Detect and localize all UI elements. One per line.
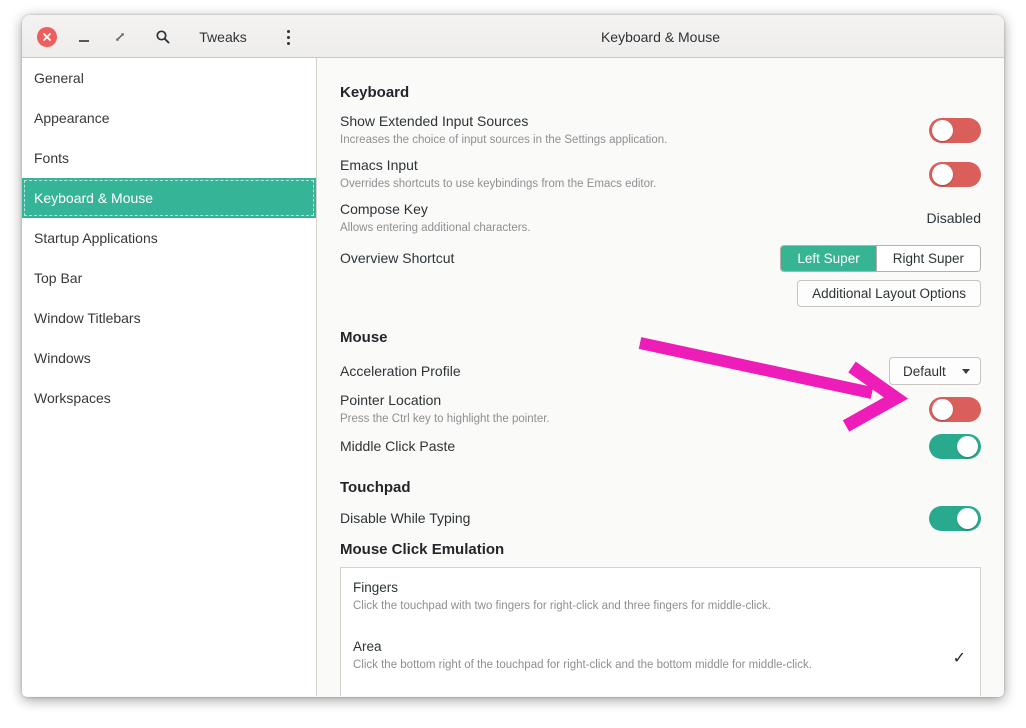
right-super-button[interactable]: Right Super xyxy=(876,246,980,271)
switch-knob xyxy=(957,436,978,457)
switch-knob xyxy=(932,164,953,185)
section-heading-keyboard: Keyboard xyxy=(340,84,981,102)
list-item-title: Fingers xyxy=(353,580,966,596)
list-item-description: Click the touchpad with two fingers for … xyxy=(353,599,966,613)
sidebar-item-keyboard-mouse[interactable]: Keyboard & Mouse xyxy=(22,178,316,218)
setting-description: Press the Ctrl key to highlight the poin… xyxy=(340,412,550,427)
titlebar: Tweaks Keyboard & Mouse xyxy=(22,15,1004,58)
middle-click-paste-switch[interactable] xyxy=(929,434,981,459)
tweaks-window: Tweaks Keyboard & Mouse General Appearan… xyxy=(22,15,1004,697)
setting-label: Middle Click Paste xyxy=(340,438,455,455)
setting-row-overview-shortcut: Overview Shortcut Left Super Right Super xyxy=(340,244,981,273)
chevron-down-icon xyxy=(962,369,970,374)
sidebar-item-startup-applications[interactable]: Startup Applications xyxy=(22,218,316,258)
restore-icon[interactable] xyxy=(110,27,130,47)
section-heading-mouse-click-emulation: Mouse Click Emulation xyxy=(340,541,981,559)
close-icon[interactable] xyxy=(37,27,57,47)
setting-row-emacs-input: Emacs Input Overrides shortcuts to use k… xyxy=(340,152,981,196)
disable-while-typing-switch[interactable] xyxy=(929,506,981,531)
sidebar-item-label: Workspaces xyxy=(34,390,111,406)
setting-description: Allows entering additional characters. xyxy=(340,221,531,236)
extended-input-sources-switch[interactable] xyxy=(929,118,981,143)
switch-knob xyxy=(932,399,953,420)
pointer-location-switch[interactable] xyxy=(929,397,981,422)
sidebar-item-label: Windows xyxy=(34,350,91,366)
list-item-description: Click the bottom right of the touchpad f… xyxy=(353,658,966,672)
sidebar-item-general[interactable]: General xyxy=(22,58,316,98)
acceleration-profile-dropdown[interactable]: Default xyxy=(889,357,981,385)
setting-row-pointer-location: Pointer Location Press the Ctrl key to h… xyxy=(340,387,981,431)
dropdown-value: Default xyxy=(903,364,946,379)
check-icon: ✓ xyxy=(953,648,966,668)
sidebar-item-label: Fonts xyxy=(34,150,69,166)
setting-label: Pointer Location xyxy=(340,392,550,409)
switch-knob xyxy=(932,120,953,141)
sidebar-item-appearance[interactable]: Appearance xyxy=(22,98,316,138)
emacs-input-switch[interactable] xyxy=(929,162,981,187)
sidebar-item-window-titlebars[interactable]: Window Titlebars xyxy=(22,298,316,338)
setting-label: Acceleration Profile xyxy=(340,363,461,380)
sidebar-item-windows[interactable]: Windows xyxy=(22,338,316,378)
list-item-area[interactable]: Area Click the bottom right of the touch… xyxy=(341,627,980,686)
sidebar-item-label: Top Bar xyxy=(34,270,82,286)
setting-label: Overview Shortcut xyxy=(340,250,454,267)
sidebar-item-top-bar[interactable]: Top Bar xyxy=(22,258,316,298)
search-icon[interactable] xyxy=(153,27,173,47)
sidebar-item-fonts[interactable]: Fonts xyxy=(22,138,316,178)
section-heading-mouse: Mouse xyxy=(340,329,981,347)
sidebar-item-label: Keyboard & Mouse xyxy=(34,190,153,206)
setting-row-extended-input-sources: Show Extended Input Sources Increases th… xyxy=(340,108,981,152)
setting-row-disable-while-typing: Disable While Typing xyxy=(340,503,981,533)
kebab-menu-icon[interactable] xyxy=(278,27,298,47)
compose-key-value[interactable]: Disabled xyxy=(927,210,981,226)
setting-label: Compose Key xyxy=(340,201,531,218)
sidebar-item-label: General xyxy=(34,70,84,86)
list-item-fingers[interactable]: Fingers Click the touchpad with two fing… xyxy=(341,568,980,627)
setting-description: Overrides shortcuts to use keybindings f… xyxy=(340,177,656,192)
sidebar-item-label: Startup Applications xyxy=(34,230,158,246)
sidebar-item-label: Appearance xyxy=(34,110,110,126)
additional-layout-row: Additional Layout Options xyxy=(340,280,981,307)
sidebar-item-label: Window Titlebars xyxy=(34,310,141,326)
setting-row-middle-click-paste: Middle Click Paste xyxy=(340,431,981,461)
setting-description: Increases the choice of input sources in… xyxy=(340,133,667,148)
switch-knob xyxy=(957,508,978,529)
sidebar-item-workspaces[interactable]: Workspaces xyxy=(22,378,316,418)
setting-label: Disable While Typing xyxy=(340,510,470,527)
additional-layout-options-button[interactable]: Additional Layout Options xyxy=(797,280,981,307)
list-item-title: Area xyxy=(353,639,966,655)
setting-label: Show Extended Input Sources xyxy=(340,113,667,130)
left-super-button[interactable]: Left Super xyxy=(781,246,875,271)
section-heading-touchpad: Touchpad xyxy=(340,479,981,497)
app-title: Tweaks xyxy=(182,15,264,58)
setting-row-compose-key: Compose Key Allows entering additional c… xyxy=(340,196,981,240)
settings-panel: Keyboard Show Extended Input Sources Inc… xyxy=(317,58,1004,696)
page-title: Keyboard & Mouse xyxy=(317,15,1004,58)
overview-shortcut-segmented: Left Super Right Super xyxy=(780,245,981,272)
setting-row-acceleration-profile: Acceleration Profile Default xyxy=(340,355,981,387)
sidebar: General Appearance Fonts Keyboard & Mous… xyxy=(22,58,317,696)
setting-label: Emacs Input xyxy=(340,157,656,174)
mouse-click-emulation-list: Fingers Click the touchpad with two fing… xyxy=(340,567,981,696)
minimize-icon[interactable] xyxy=(74,27,94,47)
